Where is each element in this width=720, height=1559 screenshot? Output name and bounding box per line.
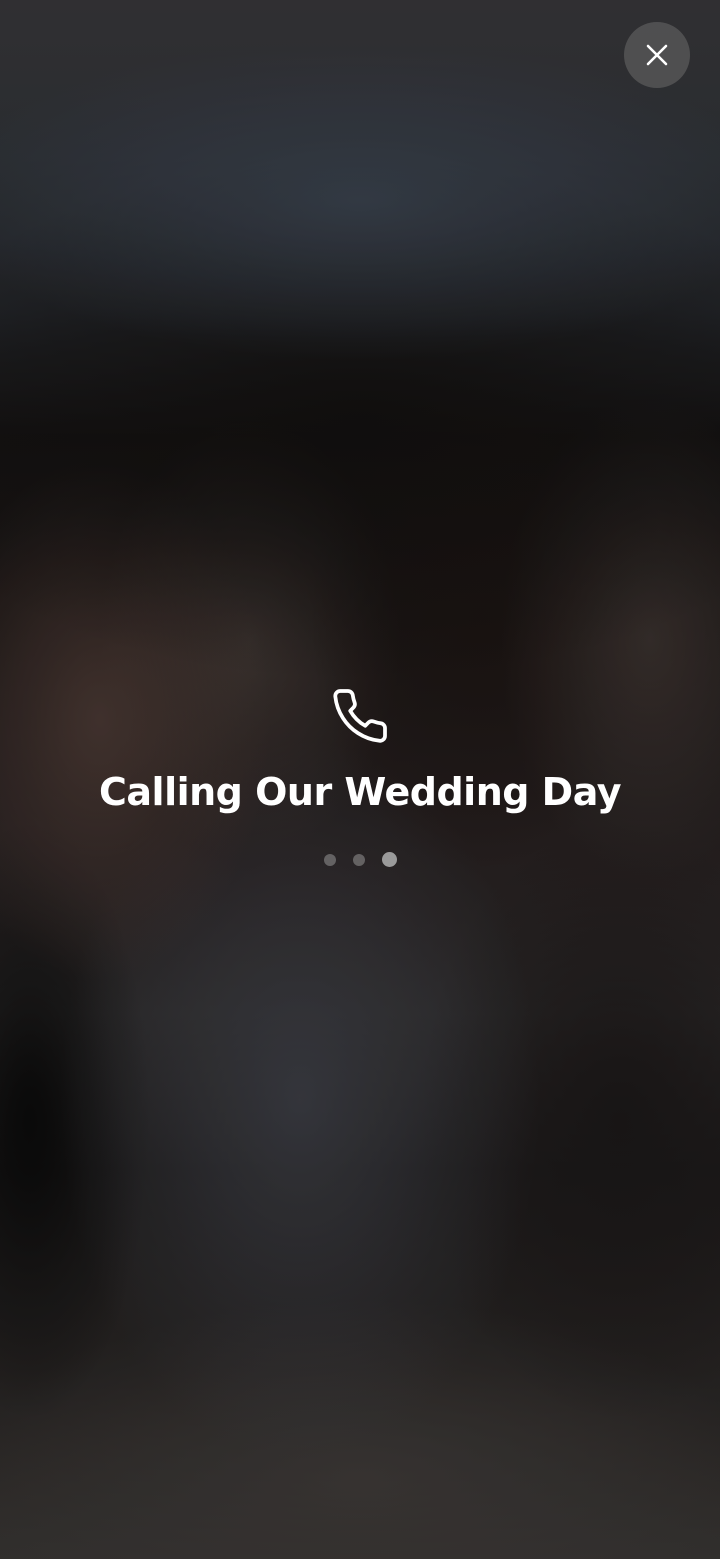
calling-title: Calling Our Wedding Day <box>99 770 621 814</box>
close-button[interactable] <box>624 22 690 88</box>
page-indicator <box>323 852 397 867</box>
page-dot <box>323 853 336 866</box>
phone-icon <box>330 686 390 746</box>
calling-status: Calling Our Wedding Day <box>0 686 720 867</box>
close-icon <box>645 43 669 67</box>
page-dot <box>381 852 397 867</box>
page-dot <box>352 853 365 866</box>
